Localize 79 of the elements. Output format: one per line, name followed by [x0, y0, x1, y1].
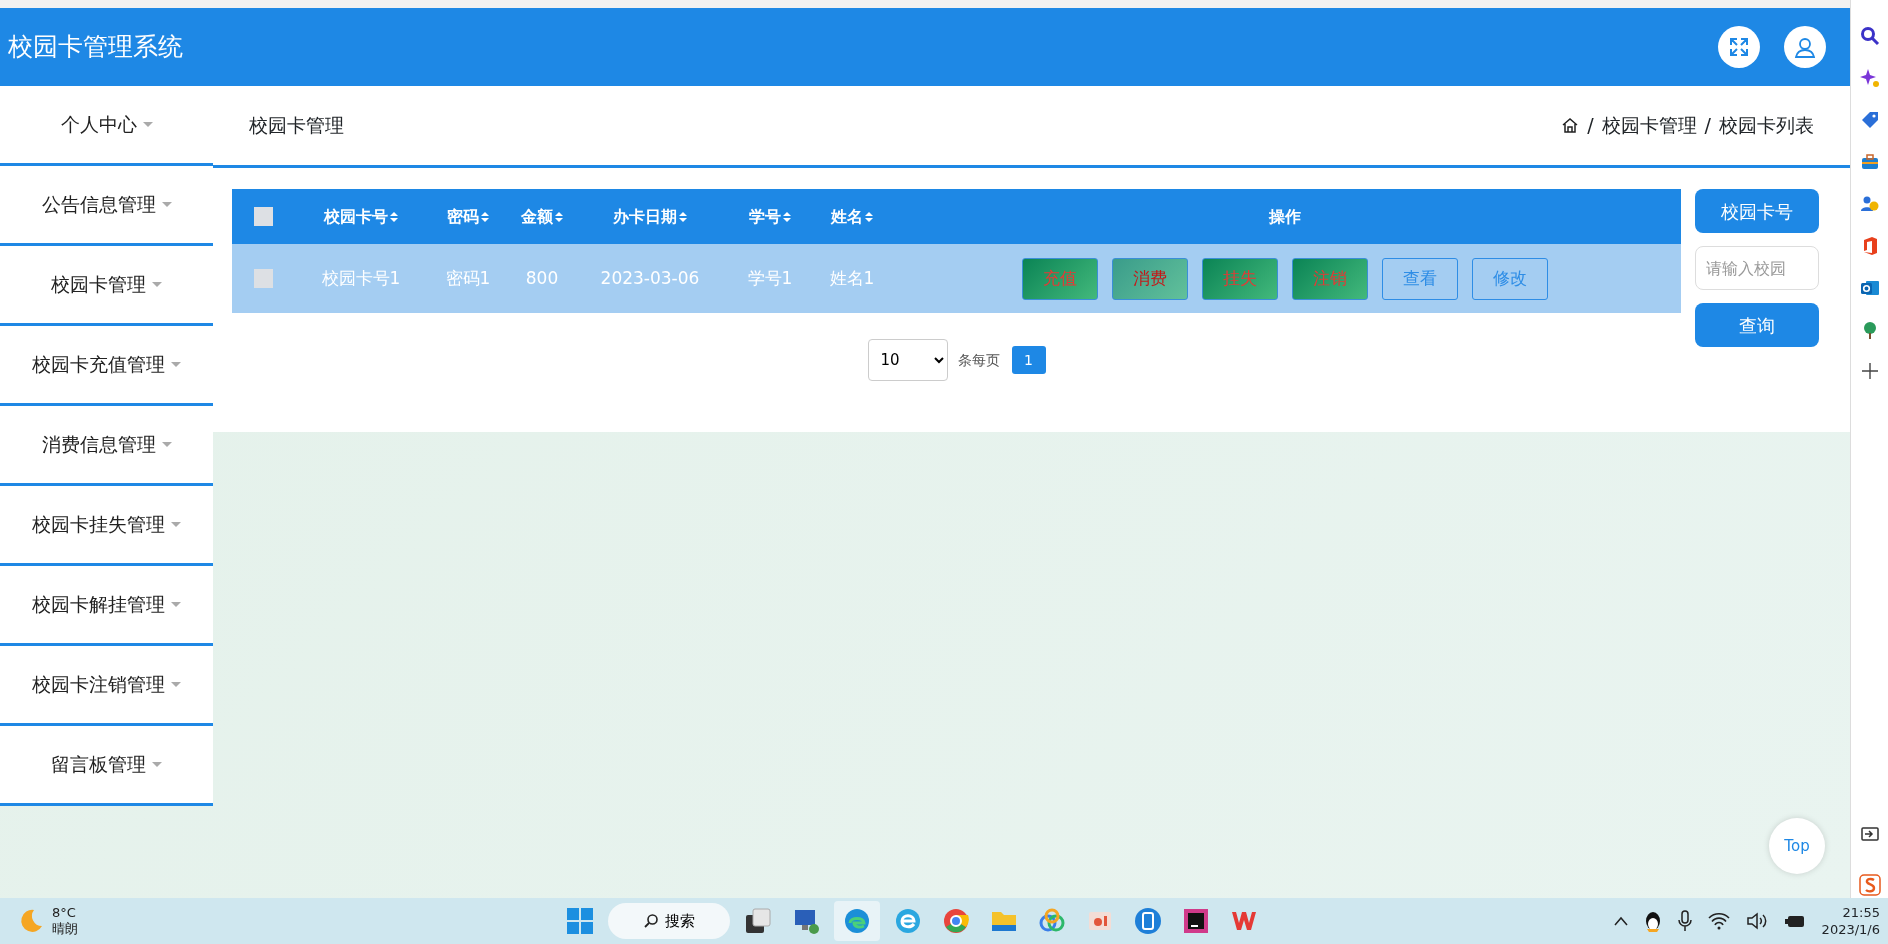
speaker-icon[interactable]	[1745, 912, 1768, 930]
microphone-icon[interactable]	[1677, 910, 1692, 932]
column-header[interactable]: 办卡日期	[612, 204, 677, 229]
sparkle-icon[interactable]	[1859, 68, 1880, 88]
mail-icon[interactable]	[1859, 278, 1880, 298]
table-cell-text: 2023-03-06	[600, 266, 700, 290]
sort-icon[interactable]	[553, 210, 564, 223]
caret-icon	[171, 682, 181, 687]
panel-icon[interactable]	[1859, 824, 1880, 844]
caret-icon	[171, 522, 181, 527]
breadcrumb-separator: /	[1587, 113, 1594, 139]
breadcrumb-item[interactable]: 校园卡管理	[1601, 111, 1697, 140]
caret-icon	[171, 602, 181, 607]
clock-time[interactable]: 21:55	[1842, 904, 1880, 921]
sidebar-item[interactable]: 校园卡注销管理	[0, 646, 213, 726]
column-header[interactable]: 金额	[520, 204, 553, 229]
sidebar-item[interactable]: 校园卡挂失管理	[0, 486, 213, 566]
battery-icon[interactable]	[1783, 913, 1806, 929]
sidebar-item[interactable]: 留言板管理	[0, 726, 213, 806]
search-icon	[643, 913, 659, 929]
page-size-select[interactable]: 10	[867, 339, 948, 381]
caret-icon	[142, 122, 153, 127]
caret-icon	[152, 762, 162, 767]
sort-icon[interactable]	[863, 210, 874, 223]
sort-icon[interactable]	[677, 210, 688, 223]
table-cell-text: 学号1	[747, 266, 793, 290]
sidebar-item[interactable]: 公告信息管理	[0, 166, 213, 246]
sort-icon[interactable]	[388, 210, 399, 223]
chevron-up-icon[interactable]	[1613, 916, 1628, 926]
column-header[interactable]: 密码	[446, 204, 479, 229]
sidebar-item[interactable]: 校园卡充值管理	[0, 326, 213, 406]
action-button[interactable]: 消费	[1111, 257, 1188, 300]
temperature-text: 8°C	[52, 905, 77, 921]
browser-icon[interactable]	[834, 901, 880, 941]
caret-icon	[161, 202, 172, 207]
user-button[interactable]	[1784, 26, 1826, 68]
column-header: 操作	[1268, 205, 1301, 228]
add-icon[interactable]	[1860, 362, 1879, 380]
sidebar-item[interactable]: 校园卡管理	[0, 246, 213, 326]
checkbox[interactable]	[253, 207, 273, 226]
fullscreen-icon	[1728, 36, 1750, 58]
breadcrumb-separator: /	[1704, 113, 1711, 139]
search-button[interactable]: 查询	[1695, 303, 1819, 347]
table-cell-text: 密码1	[445, 266, 491, 290]
caret-icon	[171, 362, 181, 367]
home-icon[interactable]	[1561, 117, 1580, 134]
page-button[interactable]: 1	[1011, 346, 1046, 374]
wifi-icon[interactable]	[1707, 912, 1730, 930]
action-button[interactable]: 查看	[1381, 257, 1458, 300]
caret-icon	[161, 442, 172, 447]
table-cell-text: 姓名1	[829, 266, 875, 290]
sort-icon[interactable]	[781, 210, 792, 223]
search-field[interactable]: 请输入校园	[1695, 246, 1819, 290]
sort-icon[interactable]	[479, 210, 490, 223]
per-page-label: 条每页	[957, 350, 1000, 370]
penguin-icon[interactable]	[1643, 910, 1662, 932]
taskbar-search[interactable]: 搜索	[608, 903, 730, 939]
app-title: 校园卡管理系统	[8, 31, 183, 64]
page-title: 校园卡管理	[249, 113, 344, 139]
action-button[interactable]: 修改	[1471, 257, 1548, 300]
toolbox-icon[interactable]	[1859, 152, 1880, 172]
checkbox[interactable]	[253, 269, 273, 288]
table-cell-text: 校园卡号1	[321, 266, 401, 290]
breadcrumb-item[interactable]: 校园卡列表	[1719, 111, 1814, 140]
field-label-button[interactable]: 校园卡号	[1695, 189, 1819, 233]
people-icon[interactable]	[1859, 194, 1880, 214]
caret-icon	[152, 282, 162, 287]
sidebar-item[interactable]: 个人中心	[0, 86, 213, 166]
search-icon[interactable]	[1859, 26, 1880, 46]
sidebar-item[interactable]: 校园卡解挂管理	[0, 566, 213, 646]
column-header[interactable]: 姓名	[830, 204, 863, 229]
weather-text: 晴朗	[52, 921, 78, 937]
table-cell-text: 800	[525, 266, 559, 290]
column-header[interactable]: 学号	[748, 204, 781, 229]
user-icon	[1794, 36, 1816, 58]
column-header[interactable]: 校园卡号	[323, 204, 388, 229]
clock-date[interactable]: 2023/1/6	[1821, 921, 1880, 938]
sidebar-item[interactable]: 消费信息管理	[0, 406, 213, 486]
fullscreen-button[interactable]	[1718, 26, 1760, 68]
